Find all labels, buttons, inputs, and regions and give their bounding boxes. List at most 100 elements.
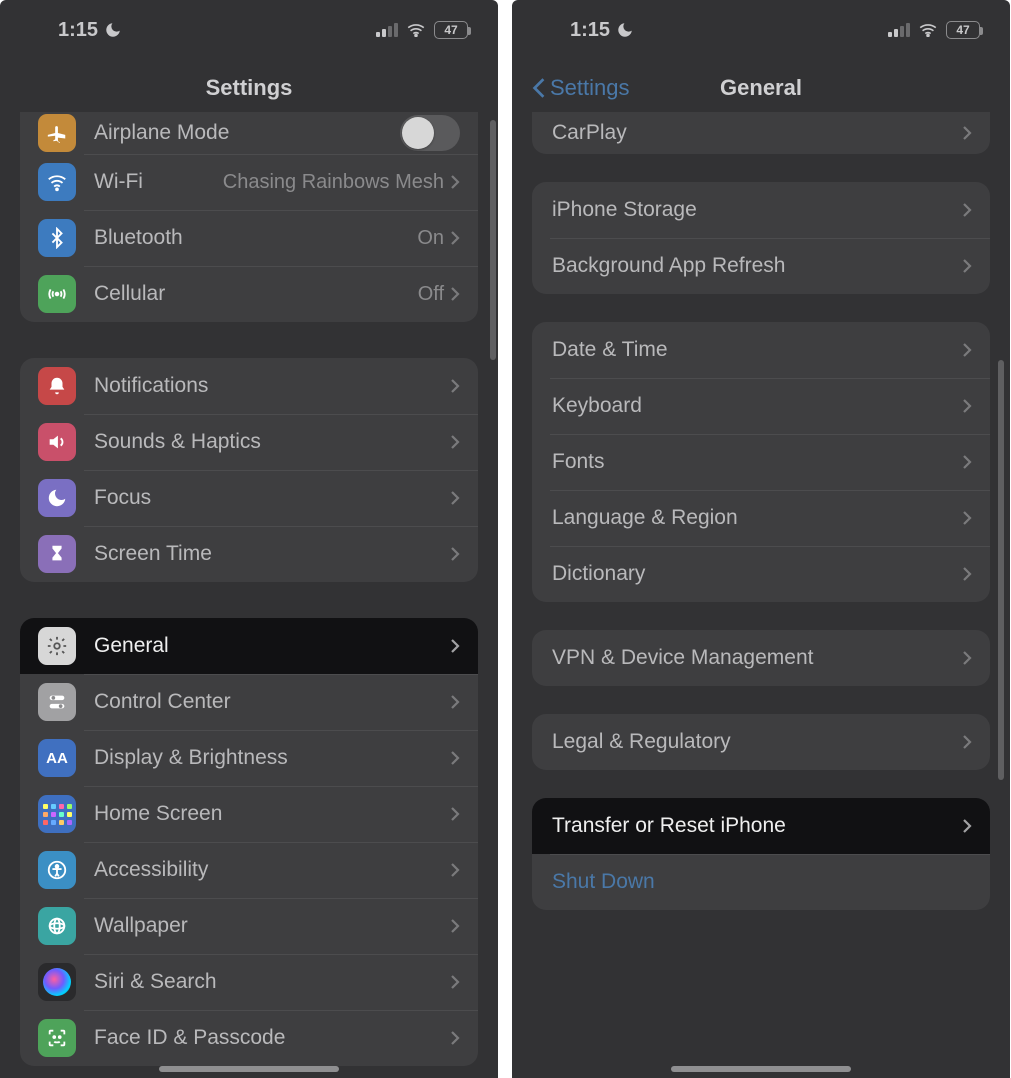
row-notifications[interactable]: Notifications <box>20 358 478 414</box>
row-label: Notifications <box>94 374 450 398</box>
settings-group-notifications: Notifications Sounds & Haptics Focus Scr… <box>20 358 478 582</box>
page-title: General <box>720 75 802 101</box>
row-label: Airplane Mode <box>94 121 400 145</box>
row-sounds-haptics[interactable]: Sounds & Haptics <box>20 414 478 470</box>
row-label: Accessibility <box>94 858 450 882</box>
row-carplay[interactable]: CarPlay <box>532 112 990 154</box>
chevron-right-icon <box>450 546 460 562</box>
row-label: Bluetooth <box>94 226 417 250</box>
row-focus[interactable]: Focus <box>20 470 478 526</box>
row-wallpaper[interactable]: Wallpaper <box>20 898 478 954</box>
speaker-icon <box>38 423 76 461</box>
scroll-indicator[interactable] <box>490 120 496 360</box>
chevron-right-icon <box>450 806 460 822</box>
cellular-signal-icon <box>888 23 910 37</box>
row-label: Display & Brightness <box>94 746 450 770</box>
row-accessibility[interactable]: Accessibility <box>20 842 478 898</box>
chevron-right-icon <box>450 750 460 766</box>
row-dictionary[interactable]: Dictionary <box>532 546 990 602</box>
faceid-icon <box>38 1019 76 1057</box>
row-label: General <box>94 634 450 658</box>
general-group-carplay: CarPlay <box>532 112 990 154</box>
settings-content: Airplane Mode Wi-Fi Chasing Rainbows Mes… <box>0 112 498 1078</box>
row-language-region[interactable]: Language & Region <box>532 490 990 546</box>
row-screen-time[interactable]: Screen Time <box>20 526 478 582</box>
chevron-right-icon <box>962 202 972 218</box>
wifi-status-icon <box>918 23 938 37</box>
chevron-right-icon <box>962 125 972 141</box>
chevron-right-icon <box>962 454 972 470</box>
cellular-icon <box>38 275 76 313</box>
row-label: Screen Time <box>94 542 450 566</box>
home-indicator[interactable] <box>671 1066 851 1072</box>
chevron-right-icon <box>450 434 460 450</box>
grid-icon <box>38 795 76 833</box>
row-label: Transfer or Reset iPhone <box>552 814 962 838</box>
chevron-right-icon <box>962 258 972 274</box>
row-siri-search[interactable]: Siri & Search <box>20 954 478 1010</box>
dnd-moon-icon <box>616 21 634 39</box>
row-label: Shut Down <box>552 870 972 894</box>
general-group-storage: iPhone Storage Background App Refresh <box>532 182 990 294</box>
row-label: Siri & Search <box>94 970 450 994</box>
row-wifi[interactable]: Wi-Fi Chasing Rainbows Mesh <box>20 154 478 210</box>
row-value: Off <box>418 283 444 306</box>
chevron-right-icon <box>450 974 460 990</box>
home-indicator[interactable] <box>159 1066 339 1072</box>
row-fonts[interactable]: Fonts <box>532 434 990 490</box>
row-airplane-mode[interactable]: Airplane Mode <box>20 112 478 154</box>
row-bluetooth[interactable]: Bluetooth On <box>20 210 478 266</box>
status-bar: 1:15 47 <box>512 0 1010 60</box>
siri-icon <box>38 963 76 1001</box>
row-shut-down[interactable]: Shut Down <box>532 854 990 910</box>
row-cellular[interactable]: Cellular Off <box>20 266 478 322</box>
row-date-time[interactable]: Date & Time <box>532 322 990 378</box>
page-title: Settings <box>206 75 293 101</box>
row-label: Cellular <box>94 282 418 306</box>
general-group-reset: Transfer or Reset iPhone Shut Down <box>532 798 990 910</box>
row-background-app-refresh[interactable]: Background App Refresh <box>532 238 990 294</box>
chevron-right-icon <box>962 398 972 414</box>
gear-icon <box>38 627 76 665</box>
status-time: 1:15 <box>58 19 98 42</box>
cellular-signal-icon <box>376 23 398 37</box>
row-label: Keyboard <box>552 394 962 418</box>
general-group-legal: Legal & Regulatory <box>532 714 990 770</box>
row-label: Legal & Regulatory <box>552 730 962 754</box>
row-label: Control Center <box>94 690 450 714</box>
bluetooth-icon <box>38 219 76 257</box>
row-vpn-device-management[interactable]: VPN & Device Management <box>532 630 990 686</box>
row-legal-regulatory[interactable]: Legal & Regulatory <box>532 714 990 770</box>
row-faceid-passcode[interactable]: Face ID & Passcode <box>20 1010 478 1066</box>
chevron-left-icon <box>532 77 546 99</box>
general-screen: 1:15 47 Settings General CarPlay iPhone … <box>512 0 1010 1078</box>
settings-group-general: General Control Center AA Display & Brig… <box>20 618 478 1066</box>
settings-screen: 1:15 47 Settings Airplane Mode Wi-Fi Cha… <box>0 0 498 1078</box>
scroll-indicator[interactable] <box>998 360 1004 780</box>
chevron-right-icon <box>450 230 460 246</box>
row-label: Wi-Fi <box>94 170 223 194</box>
row-keyboard[interactable]: Keyboard <box>532 378 990 434</box>
hourglass-icon <box>38 535 76 573</box>
status-time: 1:15 <box>570 19 610 42</box>
row-display-brightness[interactable]: AA Display & Brightness <box>20 730 478 786</box>
general-group-vpn: VPN & Device Management <box>532 630 990 686</box>
row-label: Sounds & Haptics <box>94 430 450 454</box>
chevron-right-icon <box>450 918 460 934</box>
general-content: CarPlay iPhone Storage Background App Re… <box>512 112 1010 940</box>
row-iphone-storage[interactable]: iPhone Storage <box>532 182 990 238</box>
chevron-right-icon <box>450 1030 460 1046</box>
row-control-center[interactable]: Control Center <box>20 674 478 730</box>
row-general[interactable]: General <box>20 618 478 674</box>
back-button[interactable]: Settings <box>532 75 630 101</box>
wifi-icon <box>38 163 76 201</box>
row-label: CarPlay <box>552 121 962 145</box>
row-label: Focus <box>94 486 450 510</box>
wifi-status-icon <box>406 23 426 37</box>
chevron-right-icon <box>962 734 972 750</box>
chevron-right-icon <box>962 650 972 666</box>
airplane-toggle[interactable] <box>400 115 460 151</box>
row-transfer-reset-iphone[interactable]: Transfer or Reset iPhone <box>532 798 990 854</box>
row-home-screen[interactable]: Home Screen <box>20 786 478 842</box>
chevron-right-icon <box>450 490 460 506</box>
